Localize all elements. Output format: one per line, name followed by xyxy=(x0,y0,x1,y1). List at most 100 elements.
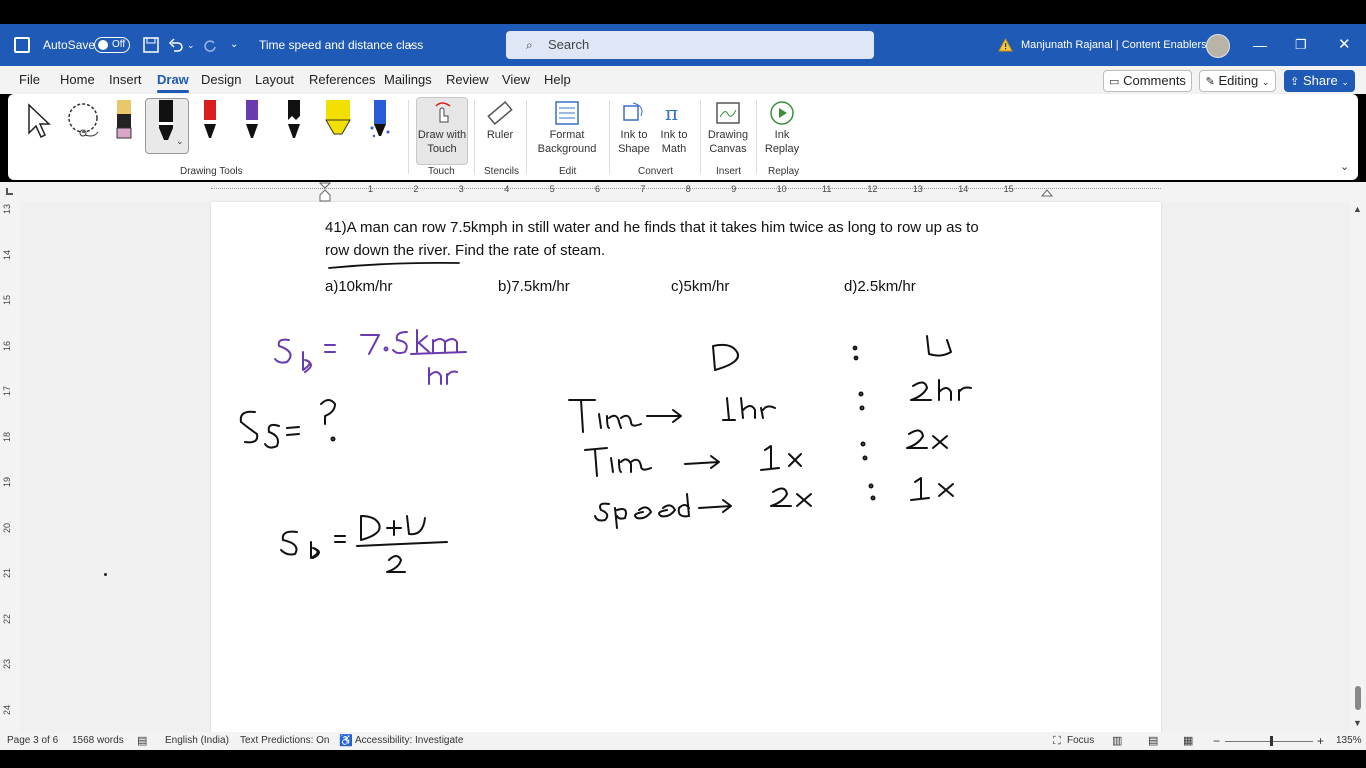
vertical-ruler-number: 18 xyxy=(2,431,13,442)
scroll-down-icon[interactable]: ▼ xyxy=(1353,718,1362,728)
tab-draw[interactable]: Draw xyxy=(157,66,189,94)
tab-view[interactable]: View xyxy=(502,66,530,94)
word-app-icon[interactable] xyxy=(14,37,30,53)
customize-toolbar-icon[interactable]: ⌄ xyxy=(230,24,238,66)
zoom-slider-thumb[interactable] xyxy=(1270,736,1273,746)
accessibility-status[interactable]: Accessibility: Investigate xyxy=(355,732,463,750)
search-input[interactable]: ⌕ Search xyxy=(506,31,874,59)
indent-marker-icon[interactable] xyxy=(319,182,331,202)
web-layout-icon[interactable]: ▦ xyxy=(1183,732,1193,750)
restore-icon[interactable]: ❐ xyxy=(1295,24,1307,66)
comments-button[interactable]: ▭ Comments xyxy=(1103,70,1192,92)
ink-to-shape-button[interactable]: Ink to Shape xyxy=(614,98,654,164)
undo-icon[interactable] xyxy=(168,37,184,53)
tab-references[interactable]: References xyxy=(309,66,375,94)
ink-to-shape-icon xyxy=(623,102,643,121)
ribbon-collapse-icon[interactable]: ⌄ xyxy=(1340,160,1349,173)
tab-mailings[interactable]: Mailings xyxy=(384,66,432,94)
proofing-icon[interactable]: ▤ xyxy=(137,732,147,750)
ink-replay-button[interactable]: Ink Replay xyxy=(760,98,804,164)
accessibility-icon[interactable]: ♿ xyxy=(339,732,353,750)
undo-dropdown-icon[interactable]: ⌄ xyxy=(187,24,195,66)
zoom-level[interactable]: 135% xyxy=(1336,732,1362,750)
drawing-canvas-button[interactable]: Drawing Canvas xyxy=(704,98,752,164)
editing-button[interactable]: ✎ Editing ⌄ xyxy=(1199,70,1276,92)
red-pen-icon[interactable] xyxy=(200,100,220,142)
print-layout-icon[interactable]: ▤ xyxy=(1148,732,1158,750)
ruler-number: 11 xyxy=(822,184,832,194)
warning-icon[interactable] xyxy=(998,38,1013,52)
vertical-ruler-number: 21 xyxy=(2,567,13,579)
zoom-in-icon[interactable]: + xyxy=(1317,732,1324,750)
title-chevron-down-icon[interactable]: ⌄ xyxy=(406,24,414,66)
lasso-select-icon[interactable] xyxy=(64,102,104,140)
ruler-button[interactable]: Ruler xyxy=(478,98,522,164)
draw-with-touch-button[interactable]: Draw with Touch xyxy=(416,97,468,165)
minimize-icon[interactable]: — xyxy=(1253,24,1267,66)
ink-to-math-icon: π xyxy=(665,101,678,125)
ink-time-row-2 xyxy=(584,429,948,477)
word-count[interactable]: 1568 words xyxy=(72,732,124,750)
comments-label: Comments xyxy=(1123,73,1186,88)
black-pen-icon xyxy=(159,100,173,140)
status-bar: Page 3 of 6 1568 words ▤ English (India)… xyxy=(0,732,1366,750)
yellow-highlighter-icon[interactable] xyxy=(324,100,352,142)
tab-home[interactable]: Home xyxy=(60,66,95,94)
share-button[interactable]: ⇪ Share ⌄ xyxy=(1284,70,1355,92)
tab-design[interactable]: Design xyxy=(201,66,241,94)
group-replay: Replay xyxy=(768,166,800,177)
ruler-icon xyxy=(487,101,513,125)
drawing-canvas-icon xyxy=(716,102,740,124)
format-background-button[interactable]: Format Background xyxy=(530,98,604,164)
tab-file[interactable]: File xyxy=(19,66,40,94)
tab-help[interactable]: Help xyxy=(544,66,571,94)
scroll-thumb[interactable] xyxy=(1355,686,1361,710)
group-stencils: Stencils xyxy=(484,166,520,177)
ink-speed-row xyxy=(594,477,954,529)
focus-label[interactable]: Focus xyxy=(1067,732,1094,750)
ruler-number: 8 xyxy=(685,184,691,194)
text-predictions[interactable]: Text Predictions: On xyxy=(240,732,329,750)
focus-icon[interactable]: ⛶ xyxy=(1053,732,1061,750)
ink-ss-unknown xyxy=(239,399,336,449)
scroll-up-icon[interactable]: ▲ xyxy=(1353,204,1362,214)
redo-icon[interactable] xyxy=(202,37,218,53)
autosave-toggle[interactable]: Off xyxy=(94,37,130,53)
language[interactable]: English (India) xyxy=(165,732,229,750)
ruler-number: 6 xyxy=(595,184,601,194)
touch-hand-icon xyxy=(435,102,451,123)
tab-review[interactable]: Review xyxy=(446,66,489,94)
ink-layer[interactable] xyxy=(211,202,1161,732)
tab-insert[interactable]: Insert xyxy=(109,66,142,94)
page-count[interactable]: Page 3 of 6 xyxy=(7,732,58,750)
vertical-ruler-number: 24 xyxy=(2,704,13,715)
vertical-scrollbar[interactable]: ▲ ▼ xyxy=(1350,202,1366,732)
black-pencil-icon[interactable] xyxy=(284,100,304,142)
document-page[interactable]: 41)A man can row 7.5kmph in still water … xyxy=(211,202,1161,732)
avatar[interactable] xyxy=(1206,34,1230,58)
zoom-slider[interactable] xyxy=(1225,741,1313,742)
share-chevron-icon: ⌄ xyxy=(1341,77,1349,87)
horizontal-ruler[interactable]: 1 2 3 4 5 6 7 8 9 10 11 12 13 14 15 xyxy=(0,182,1366,202)
svg-text:π: π xyxy=(665,101,678,125)
galaxy-pen-icon[interactable] xyxy=(368,100,392,142)
ink-underline xyxy=(328,261,460,269)
eraser-icon[interactable] xyxy=(112,100,136,142)
ink-time-row-1 xyxy=(568,379,972,433)
right-indent-marker-icon[interactable] xyxy=(1041,189,1053,197)
zoom-out-icon[interactable]: − xyxy=(1213,732,1220,750)
divider xyxy=(408,100,409,174)
pen-dropdown-icon[interactable]: ⌄ xyxy=(176,136,184,147)
ink-to-math-button[interactable]: π Ink to Math xyxy=(654,98,694,164)
close-icon[interactable]: ✕ xyxy=(1338,24,1351,66)
ruler-number: 4 xyxy=(504,184,510,194)
select-arrow-icon[interactable] xyxy=(25,103,53,139)
purple-pen-icon[interactable] xyxy=(242,100,262,142)
tab-layout[interactable]: Layout xyxy=(255,66,294,94)
document-title[interactable]: Time speed and distance class xyxy=(259,24,423,66)
read-mode-icon[interactable]: ▥ xyxy=(1112,732,1122,750)
save-icon[interactable] xyxy=(143,37,159,53)
user-name[interactable]: Manjunath Rajanal | Content Enablers xyxy=(1021,24,1207,66)
vertical-ruler[interactable]: 13 14 15 16 17 18 19 20 21 22 23 24 xyxy=(0,202,20,732)
ink-replay-label: Ink Replay xyxy=(764,129,800,155)
